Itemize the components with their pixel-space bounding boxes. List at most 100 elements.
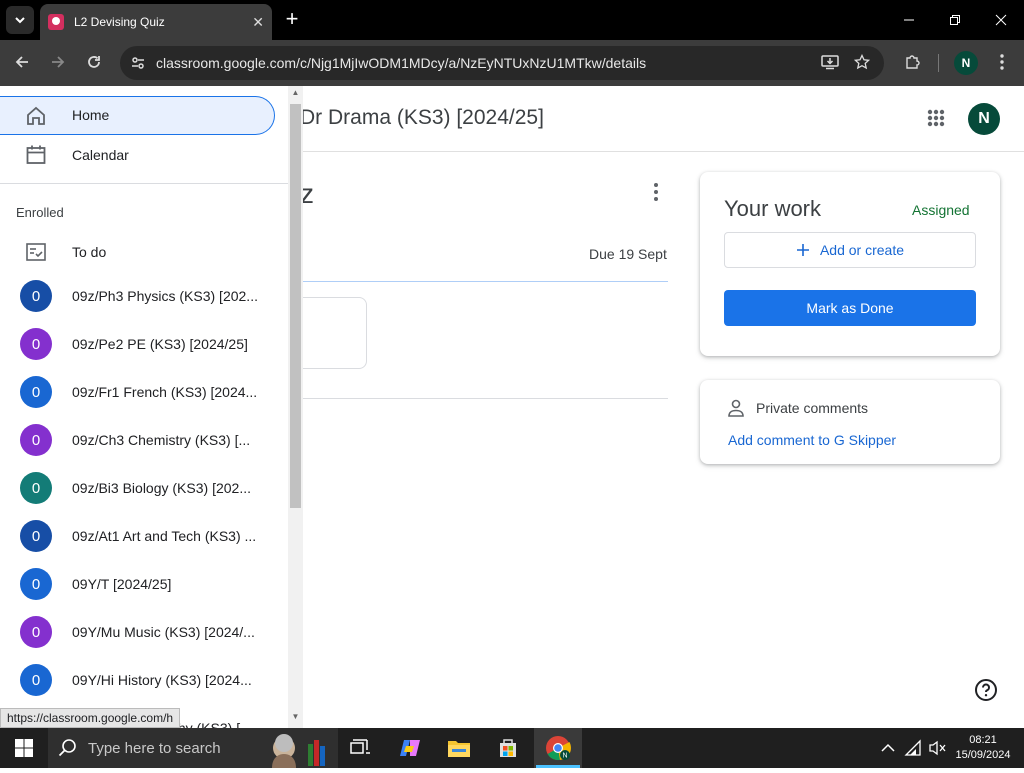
assignment-more-button[interactable]	[644, 180, 668, 204]
forward-button[interactable]	[44, 48, 72, 76]
due-date: Due 19 Sept	[589, 246, 667, 262]
mark-as-done-button[interactable]: Mark as Done	[724, 290, 976, 326]
class-label: 09z/Pe2 PE (KS3) [2024/25]	[72, 336, 248, 352]
clock-time: 08:21	[969, 734, 997, 746]
clock[interactable]: 08:21 15/09/2024	[948, 733, 1018, 763]
star-icon	[854, 54, 870, 70]
search-icon	[58, 738, 78, 758]
your-work-title: Your work	[724, 196, 822, 221]
restore-icon	[950, 15, 960, 25]
bookmark-button[interactable]	[848, 48, 876, 76]
install-icon	[821, 55, 839, 70]
more-vert-icon	[654, 183, 658, 201]
class-label: 09Y/T [2024/25]	[72, 576, 172, 592]
enrolled-heading: Enrolled	[16, 205, 64, 220]
tab-title: L2 Devising Quiz	[74, 15, 165, 29]
class-label: 09Y/Mu Music (KS3) [2024/...	[72, 624, 255, 640]
chrome-icon: N	[542, 732, 574, 764]
browser-tab[interactable]: L2 Devising Quiz ✕	[40, 4, 272, 40]
restore-button[interactable]	[932, 0, 978, 40]
store-icon	[500, 739, 516, 757]
account-avatar[interactable]: N	[968, 103, 1000, 135]
close-window-button[interactable]	[978, 0, 1024, 40]
todo-icon	[24, 240, 48, 264]
class-label: 09Y/Hi History (KS3) [2024...	[72, 672, 252, 688]
class-label: 09z/At1 Art and Tech (KS3) ...	[72, 528, 257, 544]
task-view-button[interactable]	[344, 732, 376, 764]
microsoft-store-button[interactable]	[492, 732, 524, 764]
class-label: 09z/Ch3 Chemistry (KS3) [...	[72, 432, 251, 448]
arrow-right-icon	[52, 56, 65, 68]
add-or-create-label: Add or create	[819, 242, 905, 258]
class-avatar: 0	[20, 280, 52, 312]
help-icon	[975, 679, 997, 701]
add-comment-link[interactable]: Add comment to G Skipper	[728, 432, 896, 448]
install-app-button[interactable]	[816, 48, 844, 76]
file-explorer-button[interactable]	[443, 732, 475, 764]
nav-label-home: Home	[72, 107, 110, 123]
home-icon	[24, 104, 48, 128]
plus-icon	[796, 244, 809, 256]
site-info-button[interactable]	[126, 51, 150, 75]
arrow-left-icon	[15, 56, 28, 68]
tab-search-button[interactable]	[6, 6, 34, 34]
close-tab-icon[interactable]: ✕	[252, 14, 264, 31]
add-or-create-button[interactable]: Add or create	[724, 232, 976, 268]
class-label: 09z/Ph3 Physics (KS3) [202...	[72, 288, 258, 304]
reload-button[interactable]	[80, 48, 108, 76]
task-view-icon	[350, 739, 370, 754]
section-divider	[300, 398, 668, 399]
person-icon	[726, 398, 746, 418]
chevron-up-icon	[881, 743, 895, 752]
private-comments-card	[700, 380, 1000, 464]
nav-label-calendar: Calendar	[72, 147, 129, 163]
network-icon[interactable]	[904, 739, 924, 757]
browser-menu-button[interactable]	[988, 48, 1016, 76]
scroll-up-arrow[interactable]: ▲	[288, 88, 303, 102]
reload-icon	[88, 56, 100, 68]
close-icon	[995, 14, 1007, 26]
nav-label-todo: To do	[72, 244, 107, 260]
svg-text:N: N	[562, 753, 567, 760]
back-button[interactable]	[8, 48, 36, 76]
calendar-icon	[24, 143, 48, 167]
address-bar[interactable]: classroom.google.com/c/Njg1MjIwODM1MDcy/…	[120, 46, 884, 80]
class-label: 09z/Bi3 Biology (KS3) [202...	[72, 480, 251, 496]
volume-muted-icon[interactable]	[928, 739, 946, 757]
work-status: Assigned	[912, 202, 970, 218]
taskbar-search-placeholder: Type here to search	[88, 739, 221, 757]
clock-date: 15/09/2024	[955, 749, 1011, 761]
copilot-icon	[400, 740, 420, 756]
windows-logo-icon	[15, 739, 33, 757]
minimize-button[interactable]	[886, 0, 932, 40]
class-title[interactable]: Dr Drama (KS3) [2024/25]	[300, 106, 544, 130]
toolbar-divider	[938, 54, 939, 72]
classroom-favicon-icon	[48, 14, 64, 30]
sidebar-divider	[0, 183, 288, 184]
puzzle-icon	[906, 55, 920, 69]
search-highlight-image[interactable]	[266, 730, 330, 768]
private-comments-title: Private comments	[756, 400, 869, 416]
minimize-icon	[904, 19, 914, 21]
show-hidden-icons-button[interactable]	[880, 740, 896, 756]
class-avatar: 0	[20, 376, 52, 408]
browser-profile-avatar[interactable]: N	[954, 51, 978, 75]
apps-grid-icon	[927, 109, 945, 127]
new-tab-button[interactable]: +	[280, 8, 304, 32]
scroll-down-arrow[interactable]: ▼	[288, 712, 303, 726]
header-divider	[300, 151, 1024, 152]
url-text[interactable]: classroom.google.com/c/Njg1MjIwODM1MDcy/…	[156, 55, 646, 71]
scrollbar-thumb[interactable]	[290, 104, 301, 508]
help-button[interactable]	[974, 678, 998, 702]
class-avatar: 0	[20, 616, 52, 648]
class-label: 09z/Fr1 French (KS3) [2024...	[72, 384, 258, 400]
copilot-button[interactable]	[394, 732, 426, 764]
class-avatar: 0	[20, 520, 52, 552]
kebab-menu-icon	[1000, 54, 1004, 70]
class-avatar: 0	[20, 568, 52, 600]
google-apps-button[interactable]	[922, 104, 950, 132]
title-divider	[300, 281, 668, 282]
start-button[interactable]	[0, 728, 48, 768]
extensions-button[interactable]	[898, 48, 926, 76]
class-avatar: 0	[20, 664, 52, 696]
